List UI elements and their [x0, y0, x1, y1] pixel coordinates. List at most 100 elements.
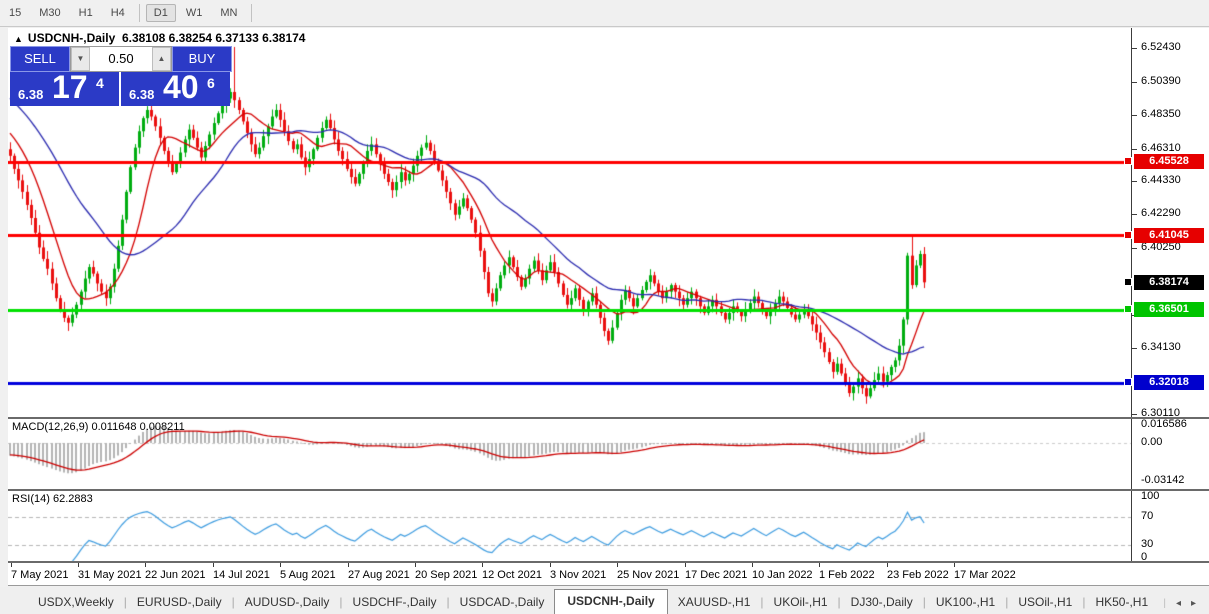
price-tick-label: 6.46310	[1141, 142, 1181, 154]
volume-increase-button[interactable]: ▲	[152, 47, 171, 71]
timeframe-toolbar: 15M30H1H4 D1W1MN	[0, 0, 1209, 27]
buy-price-pips: 40	[163, 72, 199, 106]
date-axis[interactable]: 7 May 202131 May 202122 Jun 202114 Jul 2…	[8, 563, 1209, 586]
price-tick-label: 6.52430	[1141, 41, 1181, 53]
rsi-name: RSI(14)	[12, 493, 50, 505]
sell-price-pips: 17	[52, 72, 88, 106]
date-tick-mark	[617, 563, 618, 567]
tab-usdchf-daily[interactable]: USDCHF-,Daily	[343, 591, 447, 614]
rsi-value: 62.2883	[53, 493, 93, 505]
toolbar-separator	[139, 4, 140, 22]
tab-ukoil-h1[interactable]: UKOil-,H1	[764, 591, 838, 614]
volume-input[interactable]: 0.50	[90, 47, 152, 71]
price-level-marker	[1124, 278, 1132, 286]
timeframe-button-m30[interactable]: M30	[31, 4, 68, 22]
tab-usdcnh-daily[interactable]: USDCNH-,Daily	[554, 589, 667, 614]
tab-scroll-right-icon[interactable]: ▸	[1186, 598, 1201, 609]
tab-dj30-daily[interactable]: DJ30-,Daily	[841, 591, 923, 614]
price-tick-label: 6.44330	[1141, 174, 1181, 186]
trade-prices-row: 6.38 17 4 6.38 40 6	[10, 72, 232, 106]
buy-price-prefix: 6.38	[129, 87, 154, 102]
timeframe-button-h4[interactable]: H4	[103, 4, 133, 22]
macd-axis-label: -0.03142	[1141, 474, 1184, 486]
date-tick-mark	[482, 563, 483, 567]
timeframe-button-h1[interactable]: H1	[71, 4, 101, 22]
macd-value-main: 0.011648	[91, 421, 136, 433]
price-tick-mark	[1132, 149, 1137, 150]
buy-button[interactable]: BUY	[172, 46, 232, 72]
symbol-tab-bar: USDX,Weekly|EURUSD-,Daily|AUDUSD-,Daily|…	[0, 587, 1209, 614]
tab-audusd-daily[interactable]: AUDUSD-,Daily	[235, 591, 340, 614]
tab-uk100-h1[interactable]: UK100-,H1	[926, 591, 1005, 614]
timeframe-button-mn[interactable]: MN	[212, 4, 245, 22]
macd-pane-splitter[interactable]	[8, 417, 1209, 419]
tab-usdx-weekly[interactable]: USDX,Weekly	[28, 591, 124, 614]
price-tick-mark	[1132, 115, 1137, 116]
date-tick-mark	[213, 563, 214, 567]
date-tick-mark	[819, 563, 820, 567]
date-tick-mark	[348, 563, 349, 567]
price-level-badge: 6.41045	[1134, 228, 1204, 243]
date-tick-mark	[954, 563, 955, 567]
tab-xauusd-h1[interactable]: XAUUSD-,H1	[668, 591, 761, 614]
chart-title: ▲ USDCNH-,Daily 6.38108 6.38254 6.37133 6…	[14, 31, 305, 45]
macd-axis-label: 0.016586	[1141, 418, 1187, 430]
sell-button[interactable]: SELL	[10, 46, 70, 72]
price-level-badge: 6.32018	[1134, 375, 1204, 390]
date-label: 5 Aug 2021	[280, 569, 336, 581]
date-tick-mark	[11, 563, 12, 567]
date-tick-mark	[685, 563, 686, 567]
one-click-trading-panel: SELL ▼ 0.50 ▲ BUY 6.38 17 4 6.38 40 6	[10, 46, 232, 106]
date-label: 22 Jun 2021	[145, 569, 206, 581]
date-label: 25 Nov 2021	[617, 569, 679, 581]
price-axis[interactable]: 6.52430 6.50390 6.48350 6.46310 6.44330 6.422…	[1131, 28, 1209, 563]
tab-usoil-h1[interactable]: USOil-,H1	[1008, 591, 1082, 614]
ohlc-values: 6.38108 6.38254 6.37133 6.38174	[122, 31, 306, 45]
tab-usdcad-daily[interactable]: USDCAD-,Daily	[450, 591, 555, 614]
price-tick-mark	[1132, 414, 1137, 415]
price-tick-label: 6.42290	[1141, 207, 1181, 219]
timeframe-button-15[interactable]: 15	[1, 4, 29, 22]
macd-name: MACD(12,26,9)	[12, 421, 88, 433]
tab-hk50-h1[interactable]: HK50-,H1	[1085, 591, 1158, 614]
macd-axis-label: 0.00	[1141, 436, 1162, 448]
volume-spinner: ▼ 0.50 ▲	[70, 46, 172, 72]
price-tick-label: 6.34130	[1141, 341, 1181, 353]
buy-price-display[interactable]: 6.38 40 6	[121, 72, 230, 106]
date-label: 3 Nov 2021	[550, 569, 606, 581]
price-tick-mark	[1132, 348, 1137, 349]
timeframe-button-d1[interactable]: D1	[146, 4, 176, 22]
buy-price-point: 6	[207, 75, 215, 91]
macd-label: MACD(12,26,9) 0.011648 0.008211	[12, 421, 185, 433]
date-label: 17 Dec 2021	[685, 569, 747, 581]
timeframe-button-w1[interactable]: W1	[178, 4, 211, 22]
price-tick-label: 6.48350	[1141, 108, 1181, 120]
price-tick-mark	[1132, 181, 1137, 182]
price-tick-label: 6.50390	[1141, 75, 1181, 87]
symbol-period-label: USDCNH-,Daily	[28, 31, 115, 45]
volume-decrease-button[interactable]: ▼	[71, 47, 90, 71]
rsi-axis-label: 30	[1141, 538, 1153, 550]
date-tick-mark	[145, 563, 146, 567]
date-tick-mark	[887, 563, 888, 567]
collapse-arrow-icon[interactable]: ▲	[14, 34, 23, 44]
date-label: 31 May 2021	[78, 569, 142, 581]
price-tick-mark	[1132, 248, 1137, 249]
date-label: 14 Jul 2021	[213, 569, 270, 581]
tab-scroll-left-icon[interactable]: ◂	[1171, 598, 1186, 609]
sell-price-display[interactable]: 6.38 17 4	[10, 72, 119, 106]
toolbar-separator	[251, 4, 252, 22]
chart-canvas[interactable]	[8, 28, 1131, 563]
date-tick-mark	[752, 563, 753, 567]
price-level-marker	[1124, 305, 1132, 313]
date-label: 12 Oct 2021	[482, 569, 542, 581]
date-label: 1 Feb 2022	[819, 569, 875, 581]
tab-eurusd-daily[interactable]: EURUSD-,Daily	[127, 591, 232, 614]
date-label: 17 Mar 2022	[954, 569, 1016, 581]
macd-value-signal: 0.008211	[140, 421, 185, 433]
rsi-pane-splitter[interactable]	[8, 489, 1209, 491]
date-tick-mark	[78, 563, 79, 567]
price-level-marker	[1124, 378, 1132, 386]
rsi-axis-label: 100	[1141, 490, 1159, 502]
date-label: 20 Sep 2021	[415, 569, 477, 581]
